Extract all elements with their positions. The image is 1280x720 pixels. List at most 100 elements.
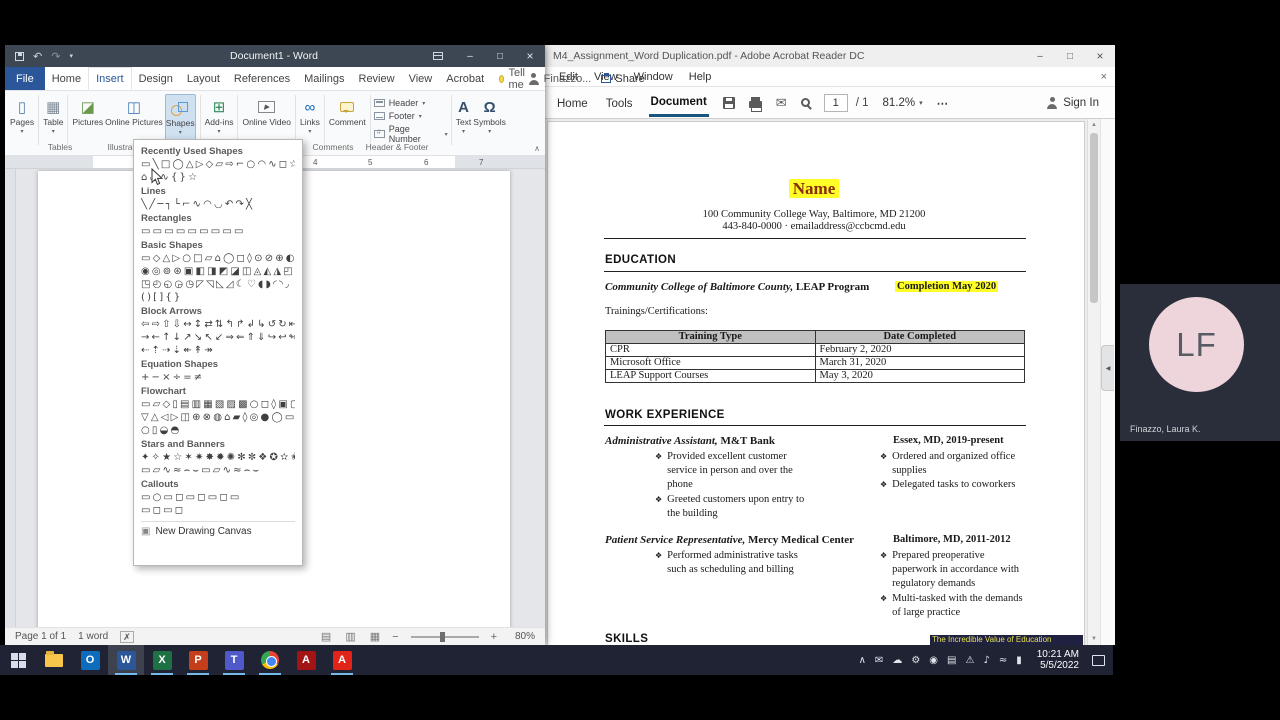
scroll-up-icon[interactable]: ▲ — [1088, 122, 1100, 128]
menu-help[interactable]: Help — [689, 71, 712, 83]
page-number-input[interactable]: 1 — [823, 93, 848, 112]
save-icon[interactable] — [722, 96, 735, 109]
zoom-control[interactable]: 81.2% ▾ — [882, 97, 922, 109]
tab-insert[interactable]: Insert — [88, 67, 132, 90]
scrollbar[interactable]: ▲ ▼ — [1087, 119, 1100, 645]
shape-gallery-row[interactable]: ▭ ╲ □ ◯ △ ▷ ◇ ▱ ⇨ ⌐ ○ ◠ ∿ ◻ ☆ ◊ — [141, 158, 295, 171]
start-button[interactable] — [0, 645, 36, 675]
links-button[interactable]: ∞ Links ▾ — [300, 94, 320, 144]
volume-icon[interactable]: ♪ — [983, 655, 989, 666]
zoom-slider[interactable] — [410, 631, 479, 642]
page-number-button[interactable]: Page Number ▾ — [373, 124, 448, 144]
shape-gallery-row[interactable]: ▭ ▱ ◇ ▯ ▤ ▥ ▦ ▧ ▨ ▩ ○ ◻ ◊ ▣ ▢ □ — [141, 398, 295, 411]
network-icon[interactable]: ≈ — [999, 655, 1007, 666]
hidden-icons-icon[interactable]: ∧ — [859, 655, 866, 666]
zoom-level[interactable]: 80% — [509, 631, 535, 642]
shape-gallery-row[interactable]: ◉ ◎ ⊚ ⊛ ▣ ◧ ◨ ◩ ◪ ◫ ◬ ◭ ◮ ◰ ◱ ◲ — [141, 265, 295, 278]
scrollbar-thumb[interactable] — [1090, 133, 1098, 303]
taskbar-outlook[interactable]: O — [72, 645, 108, 675]
taskbar-excel[interactable]: X — [144, 645, 180, 675]
save-icon[interactable] — [15, 51, 24, 61]
tab-tools[interactable]: Tools — [604, 90, 635, 116]
taskbar-acrobat[interactable]: A — [288, 645, 324, 675]
settings-icon[interactable]: ⚙ — [911, 655, 920, 666]
word-count[interactable]: 1 word — [78, 631, 108, 642]
header-button[interactable]: Header ▾ — [373, 98, 448, 108]
minimize-button[interactable]: – — [1025, 51, 1055, 62]
clock[interactable]: 10:21 AM 5/5/2022 — [1037, 649, 1079, 672]
taskbar-file-explorer[interactable] — [36, 645, 72, 675]
shape-gallery-row[interactable]: ▭ ◇ △ ▷ ○ □ ▱ ⌂ ◯ ◻ ◊ ⊙ ⊘ ⊕ ◐ ◑ — [141, 252, 295, 265]
web-layout-icon[interactable]: ▦ — [370, 630, 380, 643]
shape-gallery-row[interactable]: ◳ ◴ ◵ ◶ ◷ ◸ ◹ ◺ ◿ ☾ ♡ ◖ ◗ ◜ ◝ ◞ — [141, 278, 295, 291]
shape-gallery-row[interactable]: ○ ▯ ◒ ◓ — [141, 424, 295, 437]
taskbar-powerpoint[interactable]: P — [180, 645, 216, 675]
close-button[interactable]: × — [515, 49, 545, 63]
taskbar-chrome[interactable] — [252, 645, 288, 675]
shapes-button[interactable]: Shapes ▾ — [164, 94, 196, 144]
scroll-down-icon[interactable]: ▼ — [1088, 636, 1100, 642]
symbols-button[interactable]: Ω Symbols ▾ — [473, 94, 506, 144]
print-icon[interactable] — [748, 96, 762, 112]
shape-gallery-row[interactable]: ▭ ○ ▭ ◻ ▭ ◻ ▭ ◻ ▭ — [141, 491, 295, 504]
page-indicator[interactable]: Page 1 of 1 — [15, 631, 66, 642]
shape-gallery-row[interactable]: ✦ ✧ ★ ☆ ✶ ✷ ✸ ✹ ✺ ✻ ✼ ❖ ✪ ✫ ✬ ✭ — [141, 451, 295, 464]
battery-icon[interactable]: ▮ — [1016, 655, 1022, 666]
onedrive-icon[interactable]: ☁ — [892, 655, 902, 666]
recording-icon[interactable]: ◉ — [929, 655, 938, 666]
proofing-status-icon[interactable]: ✗ — [120, 630, 134, 643]
tab-mailings[interactable]: Mailings — [297, 67, 351, 90]
footer-button[interactable]: Footer ▾ — [373, 111, 448, 121]
tab-references[interactable]: References — [227, 67, 297, 90]
collapse-ribbon-icon[interactable]: ∧ — [534, 144, 540, 153]
undo-icon[interactable]: ↶ — [33, 50, 42, 63]
search-icon[interactable] — [800, 98, 810, 107]
alert-icon[interactable]: ⚠ — [965, 655, 974, 666]
maximize-button[interactable]: □ — [1055, 51, 1085, 62]
email-icon[interactable]: ✉ — [776, 95, 787, 111]
vertical-ruler[interactable] — [5, 169, 16, 627]
tools-panel-handle[interactable]: ◀ — [1101, 345, 1114, 391]
tab-acrobat[interactable]: Acrobat — [439, 67, 491, 90]
comment-button[interactable]: Comment — [329, 94, 366, 144]
redo-icon[interactable]: ↷ — [51, 50, 60, 63]
shape-gallery-row[interactable]: ⇦ ⇨ ⇧ ⇩ ↔ ↕ ⇄ ⇅ ↰ ↱ ↲ ↳ ↺ ↻ ⇤ ⇥ — [141, 318, 295, 331]
sign-in-button[interactable]: Sign In — [1046, 96, 1099, 109]
tab-home[interactable]: Home — [555, 90, 590, 116]
close-button[interactable]: × — [1085, 49, 1115, 63]
tell-me-box[interactable]: Tell me — [499, 67, 528, 91]
online-pictures-button[interactable]: ◫ Online Pictures — [105, 94, 163, 144]
shape-gallery-row[interactable]: ▭ ▱ ∿ ≈ ⌢ ⌣ ▭ ▱ ∿ ≈ ⌢ ⌣ — [141, 464, 295, 477]
tab-design[interactable]: Design — [132, 67, 180, 90]
add-ins-button[interactable]: ⊞ Add-ins ▾ — [205, 94, 234, 144]
shape-gallery-row[interactable]: ▽ △ ◁ ▷ ◫ ⊕ ⊗ ◍ ⌂ ▰ ◊ ◎ ● ◯ ▭ ▱ — [141, 411, 295, 424]
ribbon-display-options-icon[interactable] — [433, 52, 443, 60]
tab-view[interactable]: View — [402, 67, 440, 90]
shape-gallery-row[interactable]: → ← ↑ ↓ ↗ ↘ ↖ ↙ ⇒ ⇐ ⇑ ⇓ ↪ ↩ ↬ ↫ — [141, 331, 295, 344]
text-button[interactable]: A Text ▾ — [456, 94, 472, 144]
account-button[interactable]: Finazzo... — [528, 67, 591, 90]
tab-home[interactable]: Home — [45, 67, 88, 90]
close-document-icon[interactable]: × — [1101, 71, 1107, 83]
tab-document[interactable]: Document — [648, 88, 709, 117]
zoom-out-button[interactable]: − — [392, 631, 398, 643]
shape-gallery-row[interactable]: ( ) [ ] { } — [141, 291, 295, 304]
pages-button[interactable]: ▯ Pages ▾ — [10, 94, 34, 144]
shape-gallery-row[interactable]: ⌂ ◡ ∿ { } ☆ — [141, 171, 295, 184]
minimize-button[interactable]: – — [455, 51, 485, 62]
pictures-button[interactable]: ◪ Pictures — [72, 94, 103, 144]
taskbar-teams[interactable]: T — [216, 645, 252, 675]
shape-gallery-row[interactable]: ▭ ▭ ▭ ▭ ▭ ▭ ▭ ▭ ▭ — [141, 225, 295, 238]
tab-file[interactable]: File — [5, 67, 45, 90]
taskbar-acrobat-2[interactable]: A — [324, 645, 360, 675]
zoom-in-button[interactable]: + — [491, 631, 497, 643]
qat-customize-icon[interactable]: ▾ — [69, 52, 73, 60]
read-mode-icon[interactable]: ▤ — [321, 630, 331, 643]
new-drawing-canvas-item[interactable]: ▣ New Drawing Canvas — [141, 521, 295, 537]
tab-review[interactable]: Review — [352, 67, 402, 90]
share-button[interactable]: Share — [601, 67, 645, 90]
taskbar-word[interactable]: W — [108, 645, 144, 675]
maximize-button[interactable]: □ — [485, 51, 515, 62]
tab-layout[interactable]: Layout — [180, 67, 227, 90]
more-tools-icon[interactable]: ⋯ — [937, 96, 950, 110]
